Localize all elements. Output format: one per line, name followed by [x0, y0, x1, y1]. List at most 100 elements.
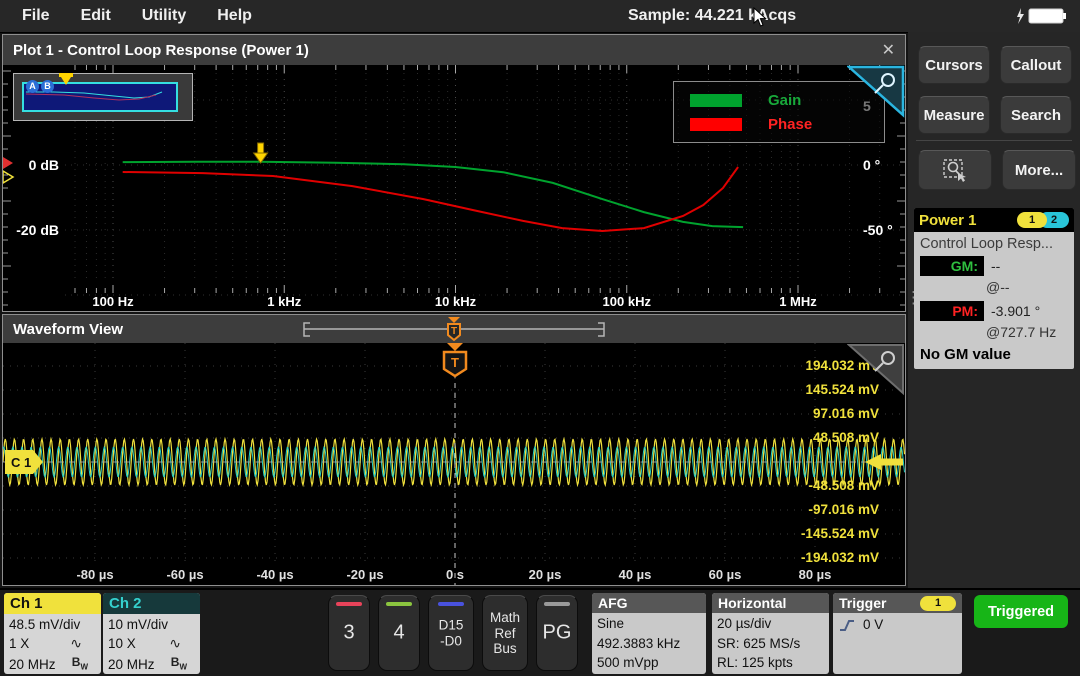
legend-label-gain: Gain: [768, 92, 801, 109]
more-button[interactable]: More...: [1002, 150, 1076, 190]
frequency-tick-label: 100 Hz: [92, 294, 134, 309]
voltage-tick-label: -48.508 mV: [808, 478, 879, 493]
overview-badge-b: B: [41, 80, 54, 93]
plot-overview-thumbnail[interactable]: AB: [13, 73, 193, 121]
bandwidth-limit-icon: BW: [171, 653, 187, 674]
ac-coupling-icon: ∿: [70, 634, 82, 653]
horizontal-badge-title: Horizontal: [712, 593, 829, 613]
frequency-tick-label: 100 kHz: [603, 294, 652, 309]
channel-scale: 10 mV/div: [108, 615, 195, 634]
legend-row-gain: Gain: [690, 92, 868, 109]
afg-amplitude: 500 mVpp: [597, 653, 701, 673]
channel-attenuation: 10 X: [108, 634, 136, 653]
power-card-header: Power 1 12: [914, 208, 1074, 232]
phase-ref-marker-icon[interactable]: [3, 171, 13, 183]
horizontal-scale: 20 µs/div: [717, 614, 824, 634]
frequency-tick-label: 10 kHz: [435, 294, 477, 309]
horizontal-badge[interactable]: Horizontal 20 µs/div SR: 625 MS/s RL: 12…: [712, 593, 829, 674]
channel-3-button[interactable]: 3: [328, 595, 370, 671]
menu-items: FileEditUtilityHelp: [0, 0, 1080, 32]
legend-swatch-gain: [690, 94, 742, 107]
power-measurement-card[interactable]: Power 1 12 Control Loop Resp... GM: -- @…: [914, 208, 1074, 369]
zoom-select-button[interactable]: [918, 150, 992, 190]
pm-frequency: @727.7 Hz: [920, 324, 1068, 340]
channel-color-stripe: [438, 602, 464, 606]
channel-color-stripe: [544, 602, 570, 606]
math-ref-bus-button[interactable]: MathRefBus: [482, 595, 528, 671]
menu-item-file[interactable]: File: [16, 7, 75, 25]
time-tick-label: -60 µs: [166, 567, 203, 582]
mouse-cursor: [752, 7, 768, 27]
callout-button[interactable]: Callout: [1000, 46, 1072, 84]
power-card-subtitle: Control Loop Resp...: [920, 236, 1068, 252]
gain-ref-marker-icon[interactable]: [3, 157, 13, 169]
phase-axis-label: 0 °: [863, 157, 880, 173]
time-tick-label: 60 µs: [709, 567, 742, 582]
frequency-tick-label: 1 MHz: [779, 294, 817, 309]
time-tick-label: -20 µs: [346, 567, 383, 582]
zoom-select-icon: [942, 158, 968, 182]
sidebar-divider: [916, 140, 1072, 141]
menu-item-edit[interactable]: Edit: [75, 7, 136, 25]
channel-4-button[interactable]: 4: [378, 595, 420, 671]
close-icon[interactable]: ✕: [882, 40, 895, 60]
afg-badge[interactable]: AFG Sine 492.3883 kHz 500 mVpp: [592, 593, 706, 674]
waveform-canvas: TC 1194.032 mV145.524 mV97.016 mV48.508 …: [3, 343, 905, 590]
menu-item-help[interactable]: Help: [211, 7, 277, 25]
channel-badge-body: 10 mV/div10 X ∿ 20 MHz BW: [103, 614, 200, 674]
waveform-panel: Waveform View T TC 1194.032 mV145.524 mV…: [2, 314, 906, 586]
channel-scale: 48.5 mV/div: [9, 615, 96, 634]
time-tick-label: -40 µs: [256, 567, 293, 582]
power-source-tab-1[interactable]: 1: [1017, 212, 1047, 228]
ac-coupling-icon: ∿: [169, 634, 181, 653]
trigger-level-value: 0 V: [863, 617, 883, 632]
power-card-footer: No GM value: [920, 346, 1068, 363]
trigger-position-flag-icon[interactable]: T: [444, 343, 466, 376]
waveform-area[interactable]: TC 1194.032 mV145.524 mV97.016 mV48.508 …: [3, 343, 905, 585]
pg-button[interactable]: PG: [536, 595, 578, 671]
trigger-source-pill: 1: [920, 596, 956, 611]
plot-overview-marker[interactable]: [58, 72, 74, 86]
channel-color-stripe: [336, 602, 362, 606]
search-button[interactable]: Search: [1000, 96, 1072, 134]
power-card-body: Control Loop Resp... GM: -- @-- PM: -3.9…: [914, 232, 1074, 369]
power-bolt-icon: [1014, 7, 1026, 25]
pan-zoom-slider[interactable]: T: [301, 316, 611, 342]
afg-waveform-type: Sine: [597, 614, 701, 634]
cursors-button[interactable]: Cursors: [918, 46, 990, 84]
button-label: 3: [329, 622, 369, 645]
legend-row-phase: Phase: [690, 116, 868, 133]
gain-marker-icon[interactable]: [254, 143, 268, 163]
svg-text:C 1: C 1: [11, 455, 31, 470]
measure-button[interactable]: Measure: [918, 96, 990, 134]
digital-d15-d0-button[interactable]: D15-D0: [428, 595, 474, 671]
gm-label: GM:: [920, 256, 984, 276]
trigger-badge[interactable]: Trigger 1 0 V: [833, 593, 962, 674]
channel-badge-title: Ch 2: [103, 593, 200, 614]
channel-badge-ch1[interactable]: Ch 148.5 mV/div1 X∿20 MHzBW: [4, 593, 101, 674]
bode-plot-area[interactable]: 0 dB-20 dB50 °-50 °100 Hz1 kHz10 kHz100 …: [3, 65, 905, 311]
channel-bandwidth: 20 MHz: [9, 655, 56, 674]
sample-counter: Sample: 44.221 kAcqs: [628, 7, 796, 25]
channel-probe-row: 10 X ∿: [108, 634, 195, 653]
horizontal-record-length: RL: 125 kpts: [717, 653, 824, 673]
waveform-svg: TC 1194.032 mV145.524 mV97.016 mV48.508 …: [3, 343, 905, 585]
curve-phase[interactable]: [123, 167, 738, 231]
rising-edge-icon: [839, 618, 855, 632]
pm-value: -3.901 °: [991, 303, 1040, 319]
voltage-tick-label: -145.524 mV: [801, 526, 879, 541]
time-tick-label: 80 µs: [799, 567, 832, 582]
voltage-tick-label: -194.032 mV: [801, 550, 879, 565]
channel-badge-ch2[interactable]: Ch 210 mV/div10 X ∿ 20 MHz BW: [103, 593, 200, 674]
menu-item-utility[interactable]: Utility: [136, 7, 211, 25]
plot-zoom-corner-icon[interactable]: [847, 65, 905, 119]
svg-text:T: T: [451, 355, 459, 370]
waveform-zoom-corner-icon[interactable]: [847, 343, 905, 397]
channel-probe-row: 1 X ∿: [9, 634, 96, 653]
channel-bandwidth: 20 MHz: [108, 655, 155, 674]
trigger-badge-title: Trigger: [839, 595, 886, 611]
plot-panel-header[interactable]: Plot 1 - Control Loop Response (Power 1)…: [3, 35, 905, 65]
bottom-bar: Ch 148.5 mV/div1 X∿20 MHzBWCh 210 mV/div…: [0, 588, 1080, 676]
afg-badge-title: AFG: [592, 593, 706, 613]
channel-attenuation: 1 X: [9, 634, 29, 653]
